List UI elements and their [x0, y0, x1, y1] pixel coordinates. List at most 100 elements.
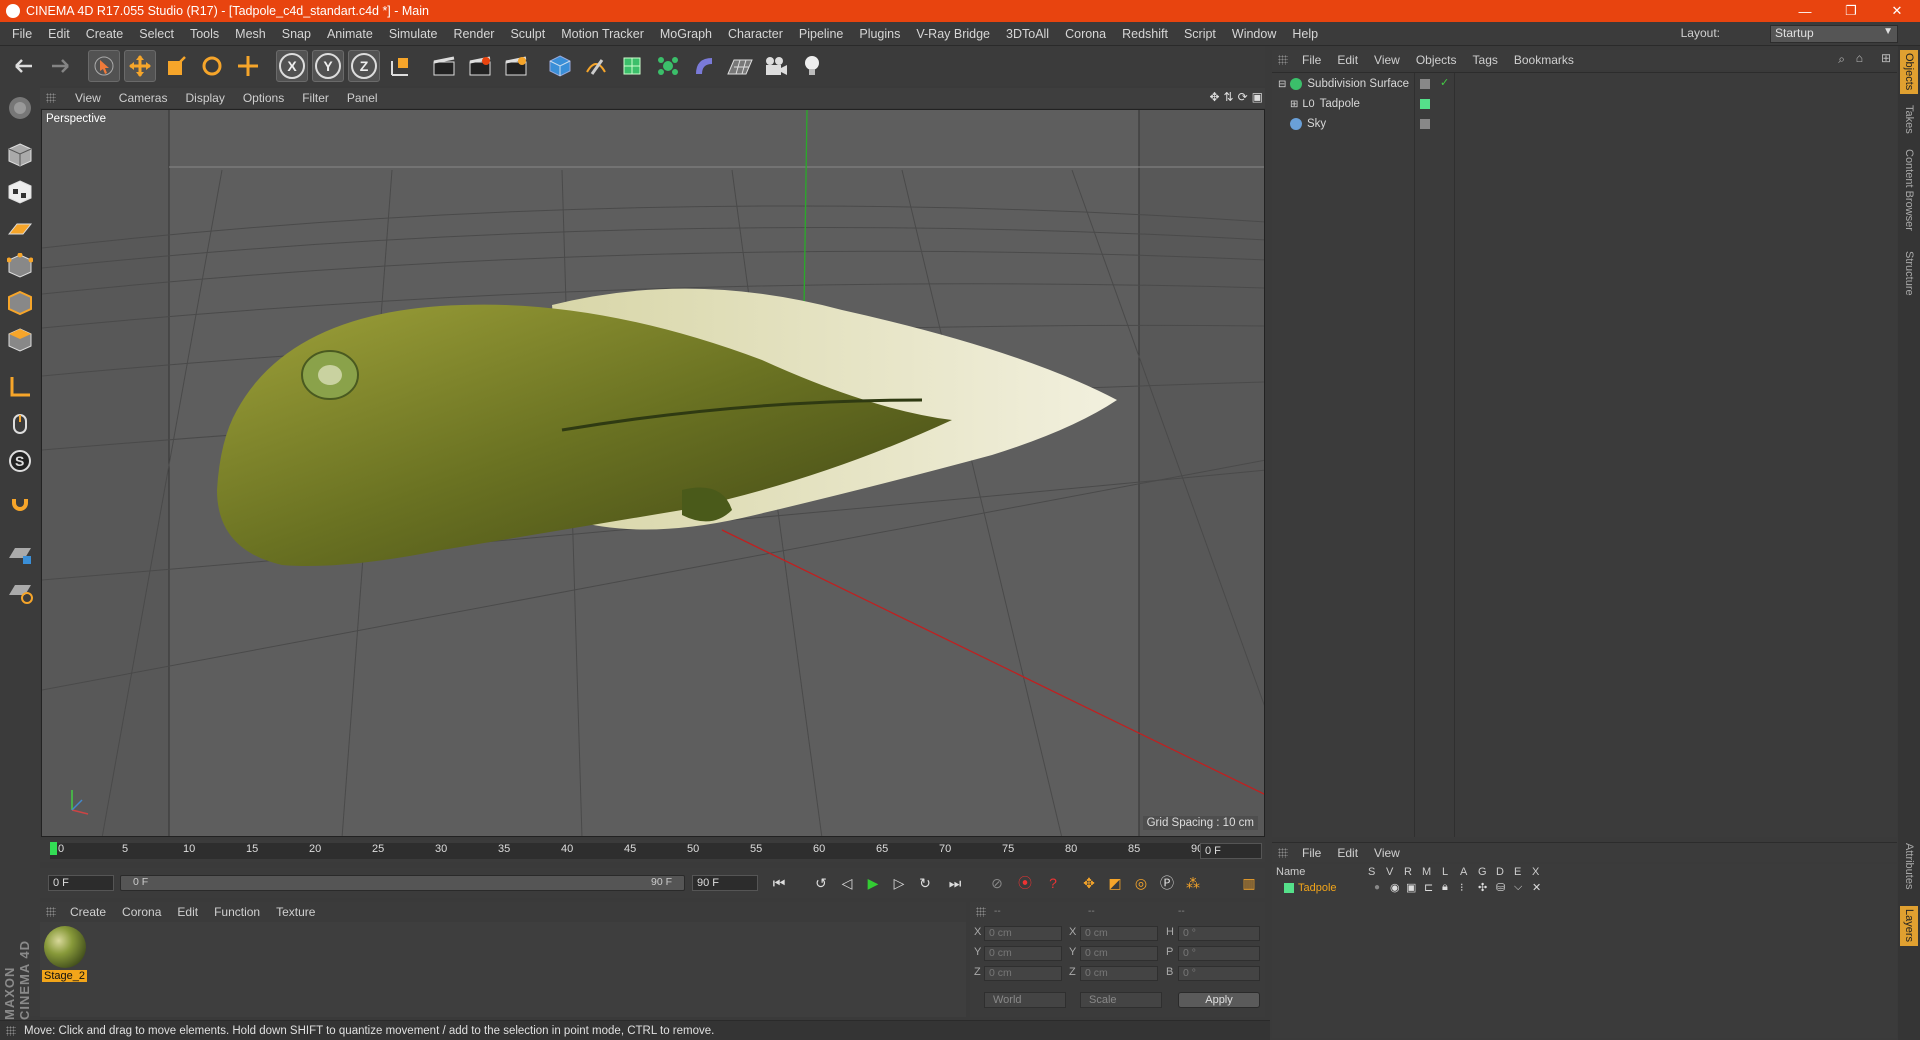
key-point-level-button[interactable]: ⁂ [1182, 872, 1204, 894]
expression-toggle-icon[interactable]: ⌵ [1514, 881, 1522, 894]
go-to-end-button[interactable]: ⏭ [944, 872, 966, 894]
preview-range-slider[interactable]: 0 F 90 F [120, 875, 685, 891]
key-position-button[interactable]: ✥ [1078, 872, 1100, 894]
om-menu-bookmarks[interactable]: Bookmarks [1506, 53, 1582, 67]
material-name[interactable]: Stage_2 [42, 970, 87, 982]
timeline-ruler[interactable]: 0 5 10 15 20 25 30 35 40 45 50 55 60 65 … [40, 840, 1265, 862]
keyframe-selection-button[interactable]: ? [1042, 872, 1064, 894]
move-tool-button[interactable] [124, 50, 156, 82]
rotation-b-field[interactable]: 0 ° [1178, 966, 1260, 981]
menu-render[interactable]: Render [445, 27, 502, 41]
layer-flag-icon[interactable] [1420, 79, 1430, 89]
layer-color-icon[interactable] [1420, 99, 1430, 109]
solo-toggle-icon[interactable]: ● [1374, 882, 1380, 893]
deformer-toggle-icon[interactable]: ⛁ [1496, 881, 1505, 894]
layer-name[interactable]: Tadpole [1298, 882, 1337, 894]
expand-icon[interactable]: ⊞ [1881, 51, 1891, 65]
axis-mode-button[interactable] [4, 371, 36, 403]
material-preview-thumbnail[interactable] [44, 926, 86, 968]
end-frame-field[interactable]: 90 F [692, 875, 758, 891]
rotation-h-field[interactable]: 0 ° [1178, 926, 1260, 941]
add-subdivision-surface-button[interactable] [616, 50, 648, 82]
layer-menu-view[interactable]: View [1366, 846, 1408, 860]
perspective-viewport[interactable]: Perspective Grid Spacing : 10 cm [41, 109, 1265, 837]
toggle-layout-icon[interactable]: ▣ [1252, 90, 1263, 104]
key-rotation-button[interactable]: ◎ [1130, 872, 1152, 894]
workplane-snap-button[interactable] [4, 576, 36, 608]
previous-frame-button[interactable]: ◁ [836, 872, 858, 894]
tab-structure[interactable]: Structure [1900, 244, 1918, 302]
render-toggle-icon[interactable]: ▣ [1406, 881, 1416, 894]
menu-redshift[interactable]: Redshift [1114, 27, 1176, 41]
make-editable-button[interactable] [4, 92, 36, 124]
texture-mode-button[interactable] [4, 176, 36, 208]
viewport-menu-options[interactable]: Options [234, 91, 293, 105]
menu-select[interactable]: Select [131, 27, 182, 41]
tab-content-browser[interactable]: Content Browser [1900, 144, 1918, 236]
add-mograph-cloner-button[interactable] [652, 50, 684, 82]
drag-grip-icon[interactable] [976, 907, 986, 917]
om-menu-file[interactable]: File [1294, 53, 1329, 67]
play-button[interactable]: ▶ [862, 872, 884, 894]
viewport-menu-cameras[interactable]: Cameras [110, 91, 177, 105]
position-z-field[interactable]: 0 cm [984, 966, 1062, 981]
size-z-field[interactable]: 0 cm [1080, 966, 1158, 981]
object-row[interactable]: Sky [1272, 114, 1455, 134]
workplane-lock-button[interactable] [4, 539, 36, 571]
menu-file[interactable]: File [4, 27, 40, 41]
live-selection-button[interactable] [88, 50, 120, 82]
menu-character[interactable]: Character [720, 27, 791, 41]
viewport-menu-view[interactable]: View [66, 91, 110, 105]
timeline-track[interactable]: 0 5 10 15 20 25 30 35 40 45 50 55 60 65 … [50, 843, 1230, 859]
om-menu-view[interactable]: View [1366, 53, 1408, 67]
coordinate-mode-select[interactable]: Scale [1080, 992, 1162, 1008]
undo-button[interactable] [8, 50, 40, 82]
om-menu-edit[interactable]: Edit [1329, 53, 1366, 67]
om-menu-objects[interactable]: Objects [1408, 53, 1465, 67]
generator-toggle-icon[interactable]: ✣ [1478, 881, 1487, 894]
drag-grip-icon[interactable] [1278, 55, 1288, 65]
menu-corona[interactable]: Corona [1057, 27, 1114, 41]
coordinate-space-select[interactable]: World [984, 992, 1066, 1008]
xref-toggle-icon[interactable]: ✕ [1532, 881, 1541, 894]
mat-menu-function[interactable]: Function [206, 905, 268, 919]
add-spline-button[interactable] [580, 50, 612, 82]
mat-menu-corona[interactable]: Corona [114, 905, 169, 919]
previous-key-button[interactable]: ↺ [810, 872, 832, 894]
playhead-marker[interactable] [50, 842, 57, 855]
workplane-mode-button[interactable] [4, 213, 36, 245]
scale-tool-button[interactable] [160, 50, 192, 82]
menu-window[interactable]: Window [1224, 27, 1284, 41]
tab-takes[interactable]: Takes [1900, 102, 1918, 136]
menu-pipeline[interactable]: Pipeline [791, 27, 851, 41]
next-key-button[interactable]: ↻ [914, 872, 936, 894]
solo-mode-button[interactable]: S [4, 445, 36, 477]
render-settings-button[interactable] [500, 50, 532, 82]
current-frame-field[interactable]: 0 F [1200, 843, 1262, 859]
layer-menu-file[interactable]: File [1294, 846, 1329, 860]
next-frame-button[interactable]: ▷ [888, 872, 910, 894]
tab-objects[interactable]: Objects [1900, 50, 1918, 94]
layer-menu-edit[interactable]: Edit [1329, 846, 1366, 860]
add-floor-button[interactable] [724, 50, 756, 82]
start-frame-field[interactable]: 0 F [48, 875, 114, 891]
menu-plugins[interactable]: Plugins [851, 27, 908, 41]
visible-eye-icon[interactable]: ◉ [1390, 881, 1400, 894]
mat-menu-create[interactable]: Create [62, 905, 114, 919]
animation-toggle-icon[interactable]: ⁝ [1460, 881, 1464, 894]
mat-menu-texture[interactable]: Texture [268, 905, 323, 919]
z-axis-lock-button[interactable]: Z [348, 50, 380, 82]
apply-button[interactable]: Apply [1178, 992, 1260, 1008]
menu-help[interactable]: Help [1284, 27, 1326, 41]
record-active-objects-button[interactable]: ⊘ [986, 872, 1008, 894]
viewport-menu-filter[interactable]: Filter [293, 91, 338, 105]
add-camera-button[interactable] [760, 50, 792, 82]
menu-snap[interactable]: Snap [274, 27, 319, 41]
add-light-button[interactable] [796, 50, 828, 82]
edges-mode-button[interactable] [4, 287, 36, 319]
layer-row[interactable]: Tadpole ● ◉ ▣ ⊏ 🔒︎ ⁝ ✣ ⛁ ⌵ ✕ [1272, 881, 1897, 897]
position-x-field[interactable]: 0 cm [984, 926, 1062, 941]
layout-select[interactable]: Startup ▼ [1770, 25, 1898, 43]
menu-tools[interactable]: Tools [182, 27, 227, 41]
object-row[interactable]: ⊞ L0 Tadpole [1272, 94, 1455, 114]
